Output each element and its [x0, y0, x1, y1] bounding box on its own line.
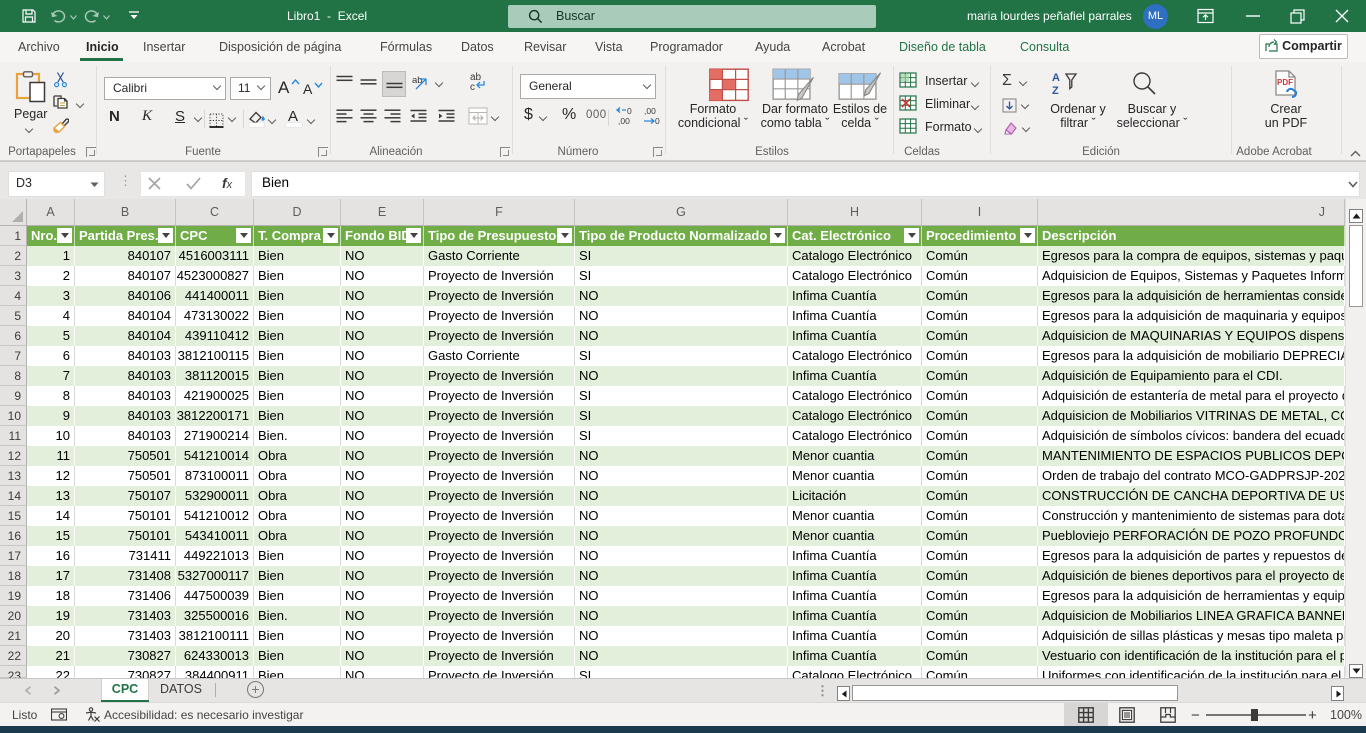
svg-text:PDF: PDF	[1277, 78, 1293, 87]
svg-text:,00: ,00	[618, 116, 630, 126]
svg-text:0: 0	[627, 106, 632, 116]
svg-text:A: A	[1052, 72, 1060, 84]
svg-text:c: c	[470, 82, 475, 93]
svg-text:Z: Z	[1052, 85, 1059, 96]
svg-text:,00: ,00	[644, 106, 656, 116]
